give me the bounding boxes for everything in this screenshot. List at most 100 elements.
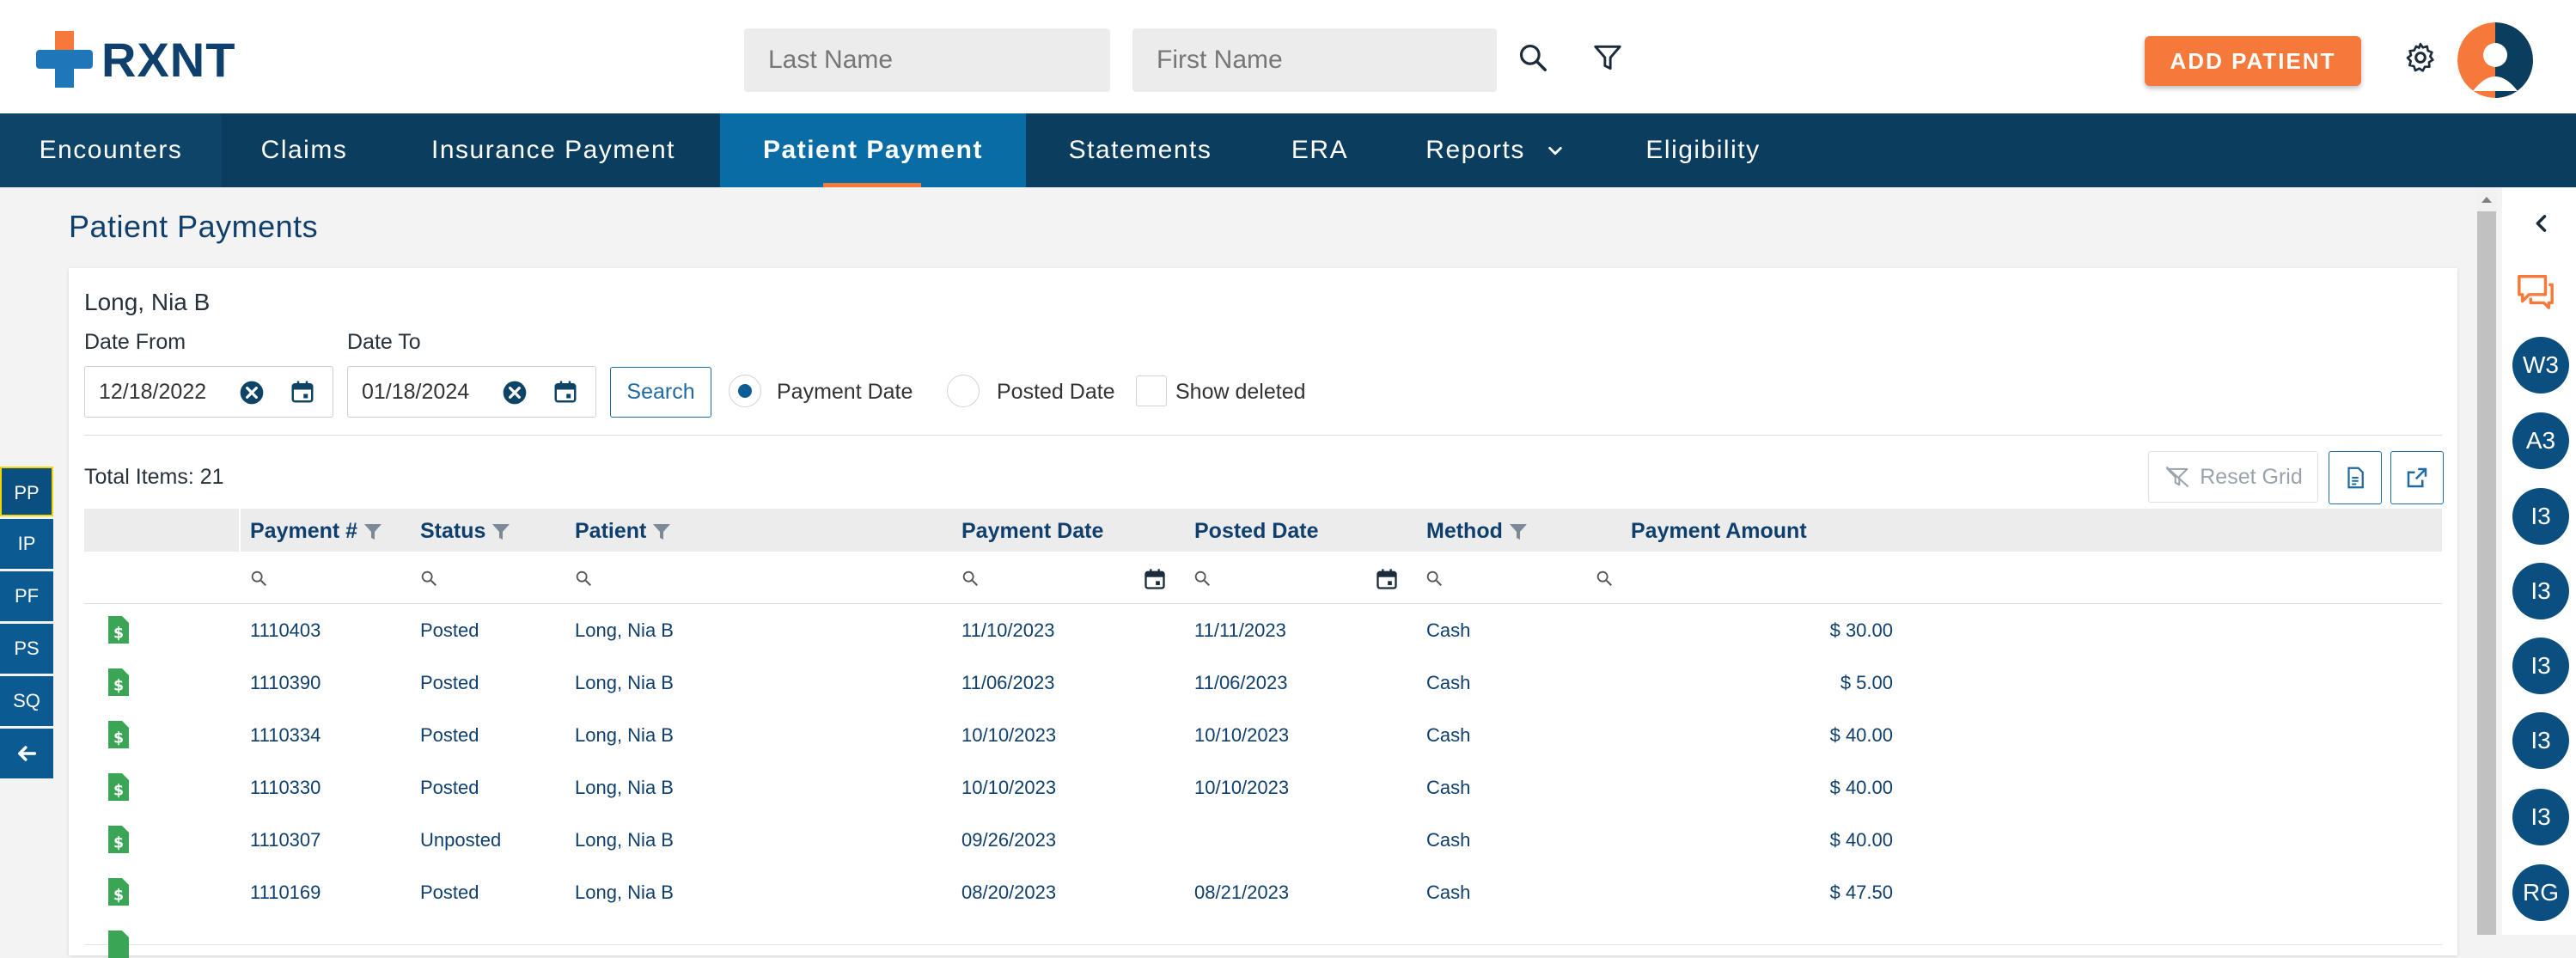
gear-icon[interactable] [2403,40,2438,75]
rail-avatar-i3[interactable]: I3 [2512,789,2569,845]
search-icon[interactable] [1193,569,1212,588]
column-patient[interactable]: Patient [575,519,672,544]
user-avatar[interactable] [2457,22,2533,98]
method-cell: Cash [1426,777,1471,798]
column-posted-date[interactable]: Posted Date [1194,519,1318,544]
search-button[interactable]: Search [610,367,711,418]
search-icon[interactable] [961,569,980,588]
side-back-button[interactable] [0,729,53,778]
receipt-document-icon[interactable]: $ [108,721,129,748]
column-status[interactable]: Status [420,519,511,544]
posted-date-cell: 11/11/2023 [1194,619,1286,641]
reset-grid-button[interactable]: Reset Grid [2148,451,2318,503]
payment-date-cell: 11/10/2023 [961,619,1055,641]
amount-cell: $ 40.00 [1829,777,1893,798]
search-icon[interactable] [419,569,438,588]
tab-insurance-payment[interactable]: Insurance Payment [387,113,720,187]
column-payment-no[interactable]: Payment # [250,519,383,544]
side-tab-ps[interactable]: PS [0,624,53,674]
posted-date-cell: 10/10/2023 [1194,724,1290,746]
tab-claims[interactable]: Claims [222,113,387,187]
show-deleted-checkbox[interactable] [1136,375,1167,406]
scroll-up-arrow-icon[interactable] [2480,194,2494,204]
tab-eligibility[interactable]: Eligibility [1605,113,1801,187]
receipt-document-icon[interactable]: $ [108,878,129,906]
search-icon[interactable] [249,569,268,588]
svg-text:$: $ [113,834,124,851]
payment-number[interactable]: 1110390 [250,672,320,694]
payment-status: Posted [420,724,479,746]
date-from-field[interactable]: 12/18/2022 [84,366,333,418]
export-pdf-button[interactable] [2329,451,2382,504]
search-icon[interactable] [1595,569,1614,588]
amount-cell: $ 40.00 [1829,829,1893,851]
receipt-document-icon[interactable]: $ [108,668,129,696]
search-icon[interactable] [1517,41,1549,74]
side-tab-ip[interactable]: IP [0,519,53,569]
payment-number[interactable]: 1110403 [250,619,320,642]
table-row[interactable]: $ 1110403 Posted Long, Nia B 11/10/2023 … [84,604,2442,657]
calendar-icon[interactable] [1143,567,1167,591]
table-row[interactable]: $ 1110307 Unposted Long, Nia B 09/26/202… [84,814,2442,867]
grid-header: Payment # Status Patient Payment Date Po… [84,509,2442,605]
clear-date-from-icon[interactable] [238,379,266,406]
calendar-icon[interactable] [290,379,315,405]
receipt-document-icon[interactable]: $ [108,616,129,644]
column-filter-icon[interactable] [1508,522,1529,542]
payment-date-radio[interactable] [729,375,761,407]
table-row[interactable]: $ 1110330 Posted Long, Nia B 10/10/2023 … [84,761,2442,815]
column-filter-icon[interactable] [491,522,511,542]
last-name-input[interactable] [744,28,1110,92]
payment-number[interactable]: 1110334 [250,724,320,747]
table-row[interactable]: $ 1110169 Posted Long, Nia B 08/20/2023 … [84,866,2442,919]
export-button[interactable] [2390,451,2444,504]
rail-avatar-i3[interactable]: I3 [2512,638,2569,694]
rail-avatar-i3[interactable]: I3 [2512,563,2569,619]
payment-number[interactable]: 1110307 [250,829,320,851]
column-payment-date[interactable]: Payment Date [961,519,1103,544]
payment-number[interactable]: 1110330 [250,777,320,799]
search-icon[interactable] [574,569,593,588]
payment-status: Posted [420,777,479,798]
tab-encounters[interactable]: Encounters [0,113,222,187]
posted-date-radio[interactable] [947,375,980,407]
tab-reports[interactable]: Reports [1385,113,1605,187]
chat-bubbles-icon[interactable] [2514,272,2557,311]
payment-date-cell: 10/10/2023 [961,777,1057,798]
filter-icon[interactable] [1591,41,1624,74]
table-row[interactable] [84,918,2442,958]
add-patient-button[interactable]: ADD PATIENT [2145,36,2361,86]
rail-avatar-rg[interactable]: RG [2512,864,2569,921]
rxnt-logo[interactable]: RXNT [36,31,235,88]
tab-era[interactable]: ERA [1254,113,1385,187]
side-tab-pf[interactable]: PF [0,571,53,621]
rail-avatar-i3[interactable]: I3 [2512,488,2569,545]
rail-avatar-w3[interactable]: W3 [2512,337,2569,394]
scrollbar-thumb[interactable] [2477,211,2496,935]
side-tab-pp[interactable]: PP [0,467,53,516]
calendar-icon[interactable] [552,379,578,405]
table-row[interactable]: $ 1110334 Posted Long, Nia B 10/10/2023 … [84,709,2442,762]
first-name-input[interactable] [1132,28,1497,92]
rail-avatar-i3[interactable]: I3 [2512,712,2569,769]
receipt-document-icon[interactable]: $ [108,826,129,853]
chevron-left-icon[interactable] [2530,211,2554,235]
payment-number[interactable]: 1110169 [250,882,320,904]
column-filter-icon[interactable] [363,522,383,542]
tab-statements[interactable]: Statements [1026,113,1254,187]
table-row[interactable]: $ 1110390 Posted Long, Nia B 11/06/2023 … [84,656,2442,710]
clear-date-to-icon[interactable] [501,379,528,406]
tab-patient-payment[interactable]: Patient Payment [720,113,1026,187]
search-icon[interactable] [1425,569,1444,588]
column-filter-icon[interactable] [651,522,672,542]
column-payment-amount[interactable]: Payment Amount [1631,519,1807,544]
patient-cell: Long, Nia B [575,829,674,851]
rail-avatar-a3[interactable]: A3 [2512,412,2569,469]
receipt-document-icon[interactable]: $ [108,773,129,801]
calendar-icon[interactable] [1375,567,1399,591]
main-nav: Encounters Claims Insurance Payment Pati… [0,113,2576,187]
side-tab-sq[interactable]: SQ [0,676,53,726]
column-method[interactable]: Method [1426,519,1529,544]
method-cell: Cash [1426,882,1471,903]
date-to-field[interactable]: 01/18/2024 [347,366,596,418]
